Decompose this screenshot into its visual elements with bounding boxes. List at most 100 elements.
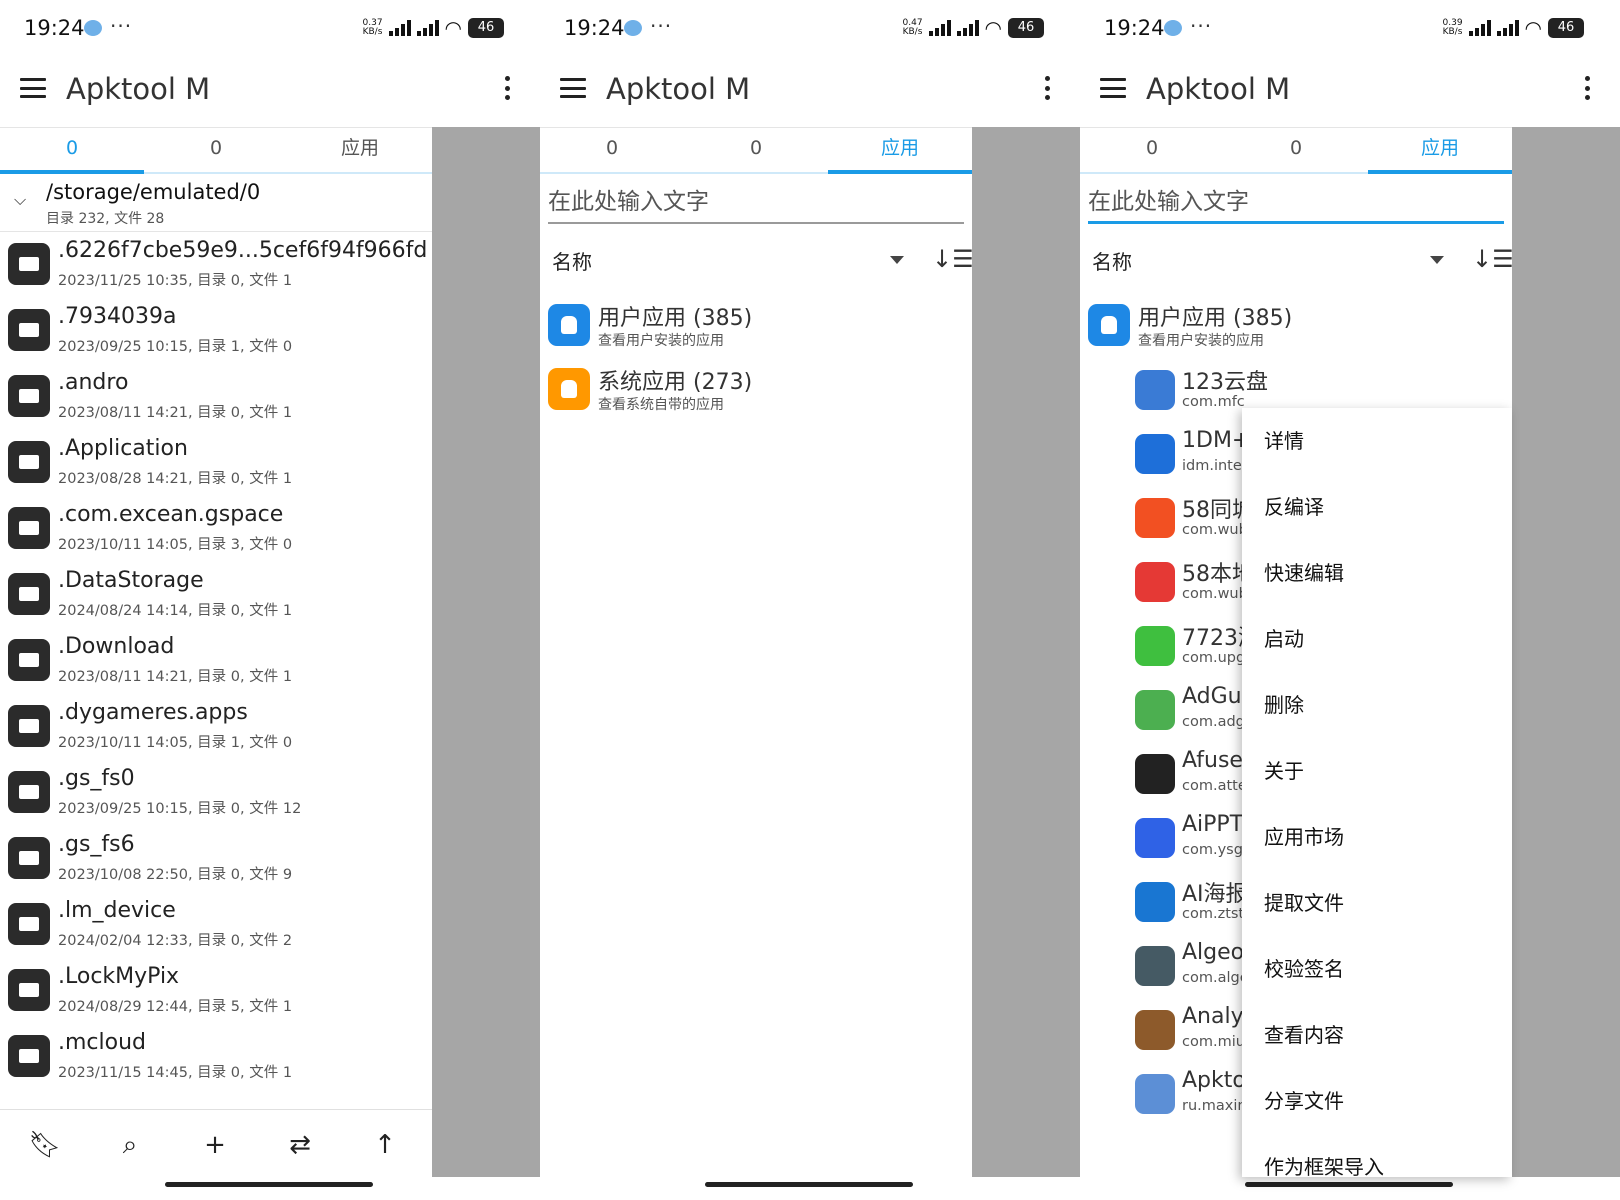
status-more: ··· xyxy=(650,14,673,38)
app-icon xyxy=(1135,626,1175,666)
menu-item-launch[interactable]: 启动 xyxy=(1242,606,1512,672)
tab-apps[interactable]: 应用 xyxy=(1368,128,1512,174)
sort-order-icon[interactable]: ↓☰ xyxy=(932,244,972,274)
file-list: .6226f7cbe59e9...5cef6f94f966fd 2023/11/2… xyxy=(0,232,432,1090)
menu-item-verify-signature[interactable]: 校验签名 xyxy=(1242,936,1512,1002)
menu-item-extract-files[interactable]: 提取文件 xyxy=(1242,870,1512,936)
more-options-icon[interactable] xyxy=(1584,76,1590,100)
menu-item-decompile[interactable]: 反编译 xyxy=(1242,474,1512,540)
list-item[interactable]: .DataStorage 2024/08/24 14:14, 目录 0, 文件 1 xyxy=(0,562,432,628)
sort-order-icon[interactable]: ↓☰ xyxy=(1472,244,1512,274)
more-options-icon[interactable] xyxy=(504,76,510,100)
battery-icon: 46 xyxy=(1548,18,1584,38)
tab-storage-2[interactable]: 0 xyxy=(144,128,288,172)
tab-bar: 0 0 应用 xyxy=(0,128,432,174)
status-time: 19:24 xyxy=(1104,16,1165,40)
list-item[interactable]: .LockMyPix 2024/08/29 12:44, 目录 5, 文件 1 xyxy=(0,958,432,1024)
app-icon xyxy=(1135,562,1175,602)
menu-item-quick-edit[interactable]: 快速编辑 xyxy=(1242,540,1512,606)
app-bar: Apktool M xyxy=(1080,60,1620,126)
list-item[interactable]: .gs_fs0 2023/09/25 10:15, 目录 0, 文件 12 xyxy=(0,760,432,826)
folder-icon xyxy=(8,507,50,549)
status-more: ··· xyxy=(1190,14,1213,38)
category-user-apps[interactable]: 用户应用 (385) 查看用户安装的应用 xyxy=(540,294,972,356)
app-icon xyxy=(1135,1010,1175,1050)
tab-storage-1[interactable]: 0 xyxy=(0,128,144,174)
tab-storage-1[interactable]: 0 xyxy=(1080,128,1224,172)
folder-icon xyxy=(8,903,50,945)
add-icon[interactable]: + xyxy=(198,1128,232,1162)
list-item[interactable]: .Application 2023/08/28 14:21, 目录 0, 文件 1 xyxy=(0,430,432,496)
list-item[interactable]: .lm_device 2024/02/04 12:33, 目录 0, 文件 2 xyxy=(0,892,432,958)
app-context-menu: 详情 反编译 快速编辑 启动 删除 关于 应用市场 提取文件 校验签名 查看内容… xyxy=(1242,408,1512,1177)
list-item[interactable]: .mcloud 2023/11/15 14:45, 目录 0, 文件 1 xyxy=(0,1024,432,1090)
dropdown-arrow-icon[interactable] xyxy=(1430,256,1444,264)
tab-bar: 0 0 应用 xyxy=(540,128,972,174)
path-text: /storage/emulated/0 xyxy=(46,180,261,204)
weather-icon xyxy=(84,20,102,36)
folder-icon xyxy=(8,771,50,813)
app-title: Apktool M xyxy=(606,72,751,106)
app-icon xyxy=(1135,882,1175,922)
category-user-apps[interactable]: 用户应用 (385) 查看用户安装的应用 xyxy=(1080,294,1512,356)
menu-item-app-market[interactable]: 应用市场 xyxy=(1242,804,1512,870)
folder-icon xyxy=(8,969,50,1011)
app-bar: Apktool M xyxy=(540,60,1080,126)
menu-item-import-framework[interactable]: 作为框架导入 xyxy=(1242,1134,1512,1177)
status-time: 19:24 xyxy=(564,16,625,40)
menu-item-delete[interactable]: 删除 xyxy=(1242,672,1512,738)
content-area: 0 0 应用 在此处输入文字 名称 ↓☰ 用户应用 (385) 查看用户安装的应… xyxy=(540,127,972,1177)
tab-bar: 0 0 应用 xyxy=(1080,128,1512,174)
bookmark-icon[interactable]: 🔖︎ xyxy=(28,1128,62,1162)
search-input[interactable]: 在此处输入文字 xyxy=(548,180,964,224)
menu-item-share-file[interactable]: 分享文件 xyxy=(1242,1068,1512,1134)
background-dim xyxy=(972,127,1080,1177)
dropdown-arrow-icon[interactable] xyxy=(890,256,904,264)
list-item[interactable]: .andro 2023/08/11 14:21, 目录 0, 文件 1 xyxy=(0,364,432,430)
sort-selector[interactable]: 名称 ↓☰ xyxy=(1080,238,1512,282)
wifi-icon: ◠ xyxy=(1524,16,1542,40)
menu-icon[interactable] xyxy=(1100,78,1126,98)
status-bar: 19:24 ··· 0.39 KB/s ◠ 46 xyxy=(1080,0,1620,60)
tab-apps[interactable]: 应用 xyxy=(288,128,432,172)
tab-apps[interactable]: 应用 xyxy=(828,128,972,174)
search-icon[interactable]: ⌕ xyxy=(113,1128,147,1162)
menu-icon[interactable] xyxy=(560,78,586,98)
list-item[interactable]: .com.excean.gspace 2023/10/11 14:05, 目录 3… xyxy=(0,496,432,562)
tab-storage-1[interactable]: 0 xyxy=(540,128,684,172)
status-more: ··· xyxy=(110,14,133,38)
folder-icon xyxy=(8,639,50,681)
category-system-apps[interactable]: 系统应用 (273) 查看系统自带的应用 xyxy=(540,358,972,420)
folder-icon xyxy=(8,705,50,747)
signal-icon xyxy=(1496,20,1519,36)
search-input[interactable]: 在此处输入文字 xyxy=(1088,180,1504,224)
list-item[interactable]: .gs_fs6 2023/10/08 22:50, 目录 0, 文件 9 xyxy=(0,826,432,892)
swap-icon[interactable]: ⇄ xyxy=(283,1128,317,1162)
gesture-bar xyxy=(165,1182,373,1187)
menu-item-view-content[interactable]: 查看内容 xyxy=(1242,1002,1512,1068)
sort-label: 名称 xyxy=(1092,250,1132,274)
current-path[interactable]: ⌵ /storage/emulated/0 目录 232, 文件 28 xyxy=(0,174,432,232)
list-item[interactable]: .6226f7cbe59e9...5cef6f94f966fd 2023/11/2… xyxy=(0,232,432,298)
menu-item-about[interactable]: 关于 xyxy=(1242,738,1512,804)
sort-selector[interactable]: 名称 ↓☰ xyxy=(540,238,972,282)
folder-icon xyxy=(8,309,50,351)
arrow-up-icon[interactable]: ↑ xyxy=(368,1128,402,1162)
chevron-down-icon: ⌵ xyxy=(14,190,27,209)
list-item[interactable]: .dygameres.apps 2023/10/11 14:05, 目录 1, 文… xyxy=(0,694,432,760)
list-item[interactable]: .7934039a 2023/09/25 10:15, 目录 1, 文件 0 xyxy=(0,298,432,364)
app-icon xyxy=(1135,754,1175,794)
app-icon xyxy=(1135,498,1175,538)
app-icon xyxy=(1135,690,1175,730)
menu-icon[interactable] xyxy=(20,78,46,98)
tab-storage-2[interactable]: 0 xyxy=(1224,128,1368,172)
weather-icon xyxy=(1164,20,1182,36)
android-icon xyxy=(1088,304,1130,346)
list-item[interactable]: .Download 2023/08/11 14:21, 目录 0, 文件 1 xyxy=(0,628,432,694)
folder-icon xyxy=(8,441,50,483)
tab-storage-2[interactable]: 0 xyxy=(684,128,828,172)
menu-item-details[interactable]: 详情 xyxy=(1242,408,1512,474)
file-browser-panel: 19:24 ··· 0.37 KB/s ◠ 46 Apktool M 0 0 应用… xyxy=(0,0,540,1200)
background-dim xyxy=(432,127,540,1177)
more-options-icon[interactable] xyxy=(1044,76,1050,100)
